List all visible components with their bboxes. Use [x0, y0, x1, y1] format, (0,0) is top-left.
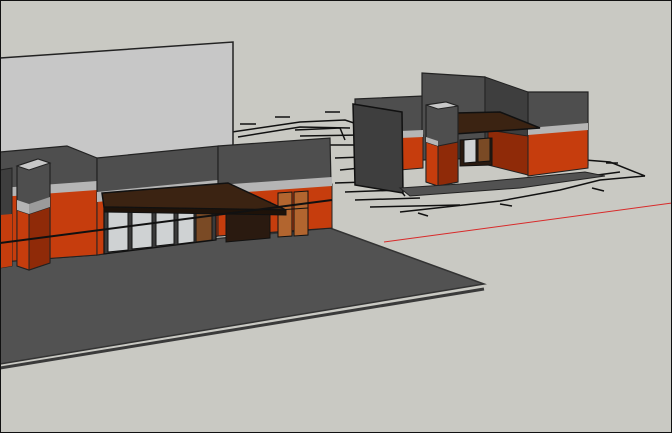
modeling-viewport[interactable]: [0, 0, 672, 433]
tower-column: [15, 158, 52, 271]
secondary-side-panel: [352, 103, 404, 194]
secondary-tower: [425, 101, 459, 187]
scene-canvas[interactable]: [0, 0, 672, 433]
